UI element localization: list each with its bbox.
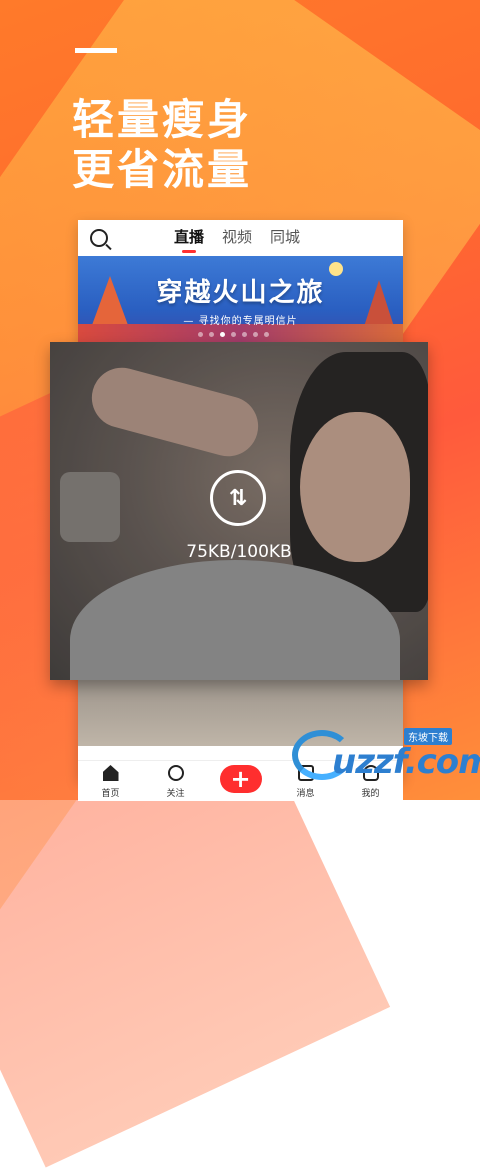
pager-dot[interactable] xyxy=(209,332,214,337)
nav-create[interactable]: + xyxy=(216,761,266,801)
plus-icon[interactable]: + xyxy=(219,765,262,793)
nav-home-label: 首页 xyxy=(101,789,120,799)
tab-live[interactable]: 直播 xyxy=(174,226,204,247)
pager-dot[interactable] xyxy=(264,332,269,337)
tab-nearby[interactable]: 同城 xyxy=(270,226,300,247)
promo-banner[interactable]: 穿越火山之旅 — 寻找你的专属明信片 xyxy=(78,256,403,346)
follow-icon xyxy=(167,765,184,781)
home-icon xyxy=(102,765,119,781)
nav-follow-label: 关注 xyxy=(166,789,185,799)
pager-dot[interactable] xyxy=(198,332,203,337)
pager-dot-active[interactable] xyxy=(220,332,225,337)
download-speed-text: 75KB/100KB xyxy=(186,542,292,562)
speed-arrows-icon: ⇅ xyxy=(210,470,266,526)
site-watermark: 东坡下载 uzzf.com xyxy=(292,722,480,792)
pager-dot[interactable] xyxy=(253,332,258,337)
watermark-brand: uzzf.com xyxy=(332,742,480,782)
pager-dot[interactable] xyxy=(242,332,247,337)
search-icon[interactable] xyxy=(90,229,108,247)
pager-dot[interactable] xyxy=(231,332,236,337)
headline-dash xyxy=(75,48,117,53)
top-bar: 直播 视频 同城 xyxy=(78,220,403,256)
nav-home[interactable]: 首页 xyxy=(86,761,136,801)
banner-subtitle: — 寻找你的专属明信片 xyxy=(183,316,298,327)
headline-line2: 更省流量 xyxy=(72,145,253,194)
nav-follow[interactable]: 关注 xyxy=(151,761,201,801)
tab-bar: 直播 视频 同城 xyxy=(174,226,300,247)
tab-video[interactable]: 视频 xyxy=(222,226,252,247)
video-preview[interactable]: ⇅ 75KB/100KB xyxy=(50,342,428,680)
banner-title: 穿越火山之旅 xyxy=(156,278,325,308)
banner-pager-dots xyxy=(198,332,269,337)
